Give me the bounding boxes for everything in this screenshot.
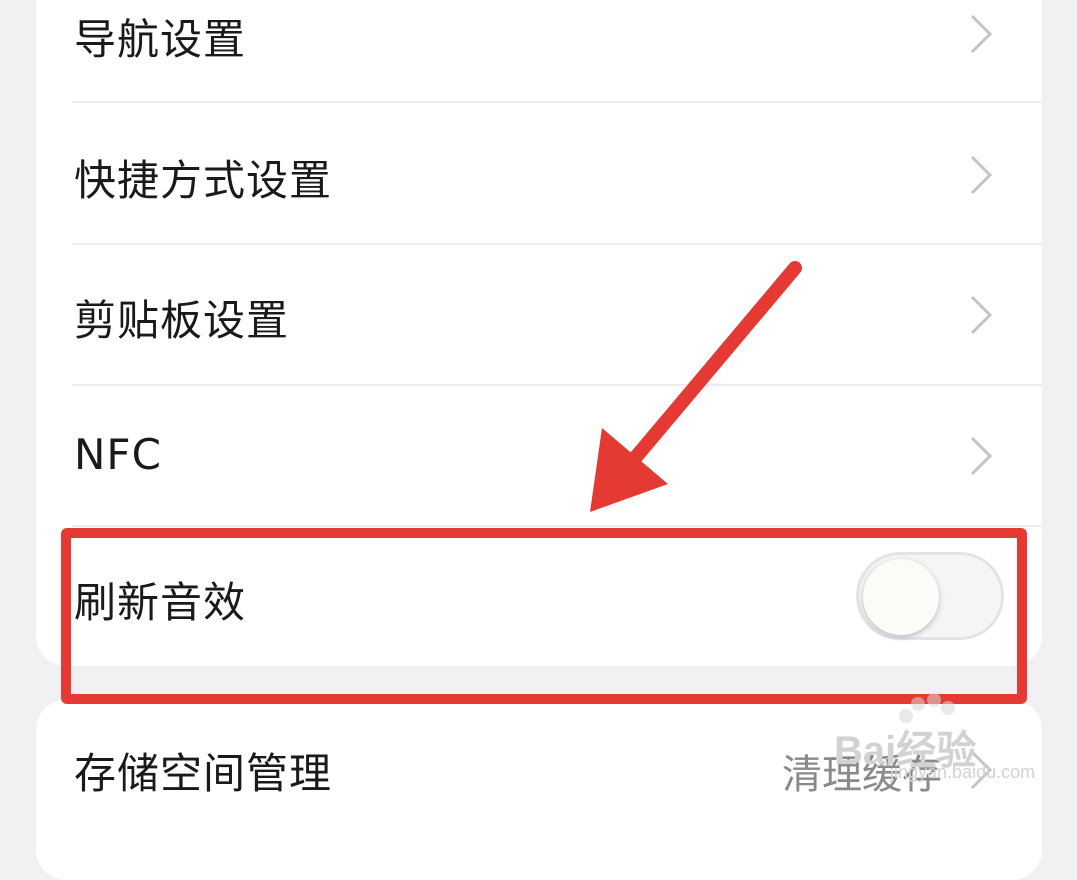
setting-label: 存储空间管理: [74, 749, 333, 798]
setting-label: 导航设置: [74, 15, 247, 64]
setting-row-clipboard[interactable]: 剪贴板设置: [36, 245, 1042, 386]
chevron-right-icon: [966, 12, 996, 56]
setting-row-nfc[interactable]: NFC: [36, 386, 1042, 527]
setting-row-shortcuts[interactable]: 快捷方式设置: [36, 103, 1042, 244]
setting-row-navigation[interactable]: 导航设置: [36, 0, 1042, 101]
setting-label: 剪贴板设置: [74, 296, 290, 345]
chevron-right-icon: [966, 434, 996, 478]
setting-label: 快捷方式设置: [74, 156, 333, 205]
chevron-right-icon: [966, 293, 996, 337]
chevron-right-icon: [966, 153, 996, 197]
annotation-highlight-box: [61, 528, 1027, 704]
setting-label: NFC: [74, 430, 162, 479]
watermark-subtext: jingyan.baidu.com: [890, 762, 1036, 782]
